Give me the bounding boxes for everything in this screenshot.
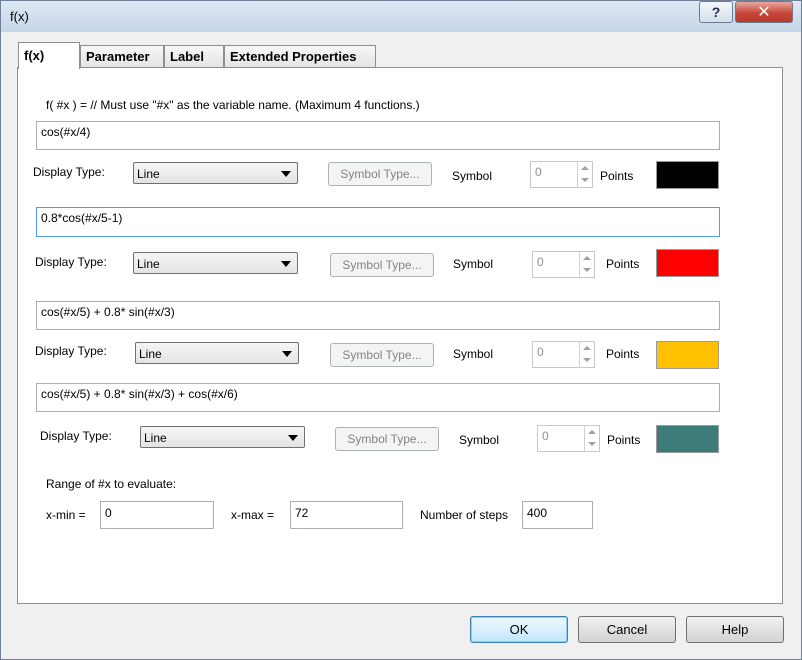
function-3-input[interactable]: cos(#x/5) + 0.8* sin(#x/3) xyxy=(36,301,720,330)
points-spinner-2[interactable]: 0 xyxy=(532,251,595,278)
arrow-down-icon xyxy=(588,442,596,446)
arrow-up-icon xyxy=(583,346,591,350)
title-bar xyxy=(0,0,802,32)
function-2-input[interactable]: 0.8*cos(#x/5-1) xyxy=(36,207,720,237)
points-label-2: Points xyxy=(606,257,640,271)
points-spinner-1[interactable]: 0 xyxy=(530,161,593,188)
color-swatch-3[interactable] xyxy=(656,341,719,369)
steps-input[interactable]: 400 xyxy=(522,501,593,529)
spinner-arrows-2[interactable] xyxy=(579,251,595,278)
xmax-input[interactable]: 72 xyxy=(290,501,403,529)
display-type-select-2[interactable]: Line xyxy=(133,252,298,274)
display-type-label-1: Display Type: xyxy=(33,165,105,179)
tab-extended-properties[interactable]: Extended Properties xyxy=(224,45,376,68)
points-value-3: 0 xyxy=(537,345,544,359)
display-type-value-4: Line xyxy=(144,431,167,445)
chevron-down-icon xyxy=(281,171,291,177)
range-heading: Range of #x to evaluate: xyxy=(46,477,177,491)
points-label-1: Points xyxy=(600,169,634,183)
points-value-2: 0 xyxy=(537,255,544,269)
symbol-label-2: Symbol xyxy=(453,257,494,271)
help-button[interactable]: Help xyxy=(686,616,784,643)
chevron-down-icon xyxy=(281,261,291,267)
tab-label[interactable]: Label xyxy=(164,45,224,68)
points-value-4: 0 xyxy=(542,429,549,443)
instructions-label: f( #x ) = // Must use "#x" as the variab… xyxy=(46,98,420,112)
symbol-type-button-2[interactable]: Symbol Type... xyxy=(330,253,434,277)
steps-label: Number of steps xyxy=(420,508,509,522)
symbol-type-button-1[interactable]: Symbol Type... xyxy=(328,162,432,186)
xmax-label: x-max = xyxy=(231,508,275,522)
window-title: f(x) xyxy=(10,9,29,24)
chevron-down-icon xyxy=(288,435,298,441)
symbol-label-3: Symbol xyxy=(453,347,494,361)
points-label-3: Points xyxy=(606,347,640,361)
xmin-input[interactable]: 0 xyxy=(100,501,214,529)
color-swatch-2[interactable] xyxy=(656,249,719,277)
display-type-label-2: Display Type: xyxy=(35,255,107,269)
spinner-arrows-4[interactable] xyxy=(584,425,600,452)
function-1-input[interactable]: cos(#x/4) xyxy=(36,121,720,150)
symbol-label-4: Symbol xyxy=(459,433,500,447)
function-4-input[interactable]: cos(#x/5) + 0.8* sin(#x/3) + cos(#x/6) xyxy=(36,383,720,412)
display-type-select-3[interactable]: Line xyxy=(135,342,299,364)
ok-button[interactable]: OK xyxy=(470,616,568,643)
display-type-value-1: Line xyxy=(137,167,160,181)
symbol-label-1: Symbol xyxy=(452,169,493,183)
arrow-down-icon xyxy=(583,358,591,362)
display-type-label-3: Display Type: xyxy=(35,344,107,358)
tab-parameter[interactable]: Parameter xyxy=(80,45,164,68)
tab-fx[interactable]: f(x) xyxy=(18,42,80,69)
arrow-down-icon xyxy=(581,178,589,182)
arrow-down-icon xyxy=(583,268,591,272)
spinner-arrows-3[interactable] xyxy=(579,341,595,368)
arrow-up-icon xyxy=(588,430,596,434)
chevron-down-icon xyxy=(282,351,292,357)
points-value-1: 0 xyxy=(535,165,542,179)
spinner-arrows-1[interactable] xyxy=(577,161,593,188)
symbol-type-button-3[interactable]: Symbol Type... xyxy=(330,343,434,367)
display-type-select-4[interactable]: Line xyxy=(140,426,305,448)
xmin-label: x-min = xyxy=(46,508,86,522)
color-swatch-1[interactable] xyxy=(656,161,719,189)
display-type-select-1[interactable]: Line xyxy=(133,162,298,184)
help-caption-button[interactable]: ? xyxy=(699,1,733,23)
display-type-value-3: Line xyxy=(139,347,162,361)
cancel-button[interactable]: Cancel xyxy=(578,616,676,643)
close-button[interactable]: ✕ xyxy=(735,1,793,23)
color-swatch-4[interactable] xyxy=(656,425,719,453)
points-spinner-4[interactable]: 0 xyxy=(537,425,600,452)
display-type-value-2: Line xyxy=(137,257,160,271)
arrow-up-icon xyxy=(581,166,589,170)
display-type-label-4: Display Type: xyxy=(40,429,112,443)
symbol-type-button-4[interactable]: Symbol Type... xyxy=(335,427,439,451)
points-label-4: Points xyxy=(607,433,641,447)
arrow-up-icon xyxy=(583,256,591,260)
points-spinner-3[interactable]: 0 xyxy=(532,341,595,368)
